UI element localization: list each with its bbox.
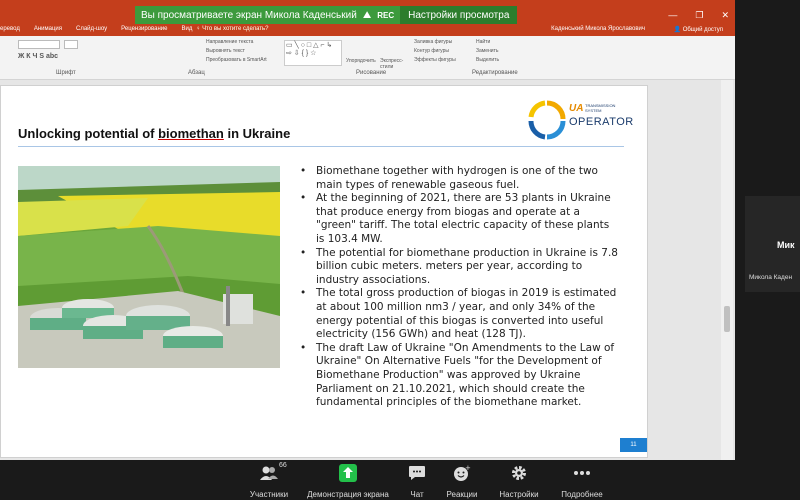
- share-button[interactable]: 👤 Общий доступ: [674, 26, 723, 33]
- participants-label: Участники: [249, 490, 289, 499]
- shape-effects-button[interactable]: Эффекты фигуры: [414, 57, 456, 63]
- screen-share-banner: Вы просматриваете экран Микола Каденськи…: [135, 6, 518, 24]
- ribbon-tabs: еревод Анимация Слайд-шоу Рецензирование…: [0, 26, 192, 32]
- reactions-icon: +: [454, 464, 471, 481]
- logo-ua-text: UA: [569, 103, 584, 114]
- tab-view[interactable]: Вид: [181, 26, 192, 32]
- group-paragraph-label: Абзац: [188, 70, 205, 76]
- replace-button[interactable]: Заменить: [476, 48, 498, 54]
- minimize-icon[interactable]: —: [668, 10, 677, 21]
- participants-icon: [260, 466, 278, 480]
- share-message: Вы просматриваете экран Микола Каденськи…: [141, 9, 357, 21]
- text-direction-button[interactable]: Направление текста: [206, 39, 253, 45]
- align-text-button[interactable]: Выровнять текст: [206, 48, 245, 54]
- share-label: Общий доступ: [682, 27, 723, 33]
- bullet-item: Biomethane together with hydrogen is one…: [298, 165, 618, 192]
- recording-icon: ⛰: [362, 9, 372, 21]
- logo-subtitle: TRANSMISSION SYSTEM: [585, 103, 616, 113]
- scrollbar-thumb[interactable]: [724, 306, 730, 332]
- select-button[interactable]: Выделить: [476, 57, 499, 63]
- quick-styles-button[interactable]: Экспресс-стили: [380, 58, 408, 70]
- more-icon: [574, 471, 590, 475]
- font-name-input[interactable]: [18, 40, 60, 49]
- ribbon-toolbar: Ж К Ч S abc Направление текста Выровнять…: [0, 36, 735, 80]
- person-icon: 👤: [673, 27, 683, 33]
- participant-initials: Мик: [777, 240, 795, 250]
- tab-review[interactable]: Рецензирование: [121, 26, 167, 32]
- user-name: Каденський Микола Ярославович: [551, 26, 645, 32]
- more-button[interactable]: Подробнее: [537, 464, 627, 499]
- shapes-gallery[interactable]: ▭ ╲ ○ □ △ ⌐ ↳ ⇨ ⇩ { } ☆: [284, 40, 342, 66]
- slide[interactable]: UA TRANSMISSION SYSTEM OPERATOR Unlockin…: [0, 85, 648, 458]
- bullet-item: At the beginning of 2021, there are 53 p…: [298, 192, 618, 246]
- tab-animations[interactable]: Анимация: [34, 26, 62, 32]
- participant-count: 66: [279, 462, 287, 469]
- share-screen-icon: [339, 464, 357, 482]
- title-part-1: Unlocking potential of: [18, 126, 159, 141]
- smartart-button[interactable]: Преобразовать в SmartArt: [206, 57, 267, 63]
- slide-number: 11: [620, 438, 647, 452]
- logo-operator-text: OPERATOR: [569, 116, 634, 128]
- vertical-scrollbar[interactable]: [721, 80, 733, 460]
- restore-icon[interactable]: ❐: [695, 10, 703, 21]
- font-format-buttons[interactable]: Ж К Ч S abc: [18, 53, 58, 60]
- group-editing-label: Редактирование: [472, 70, 518, 76]
- powerpoint-window: — ❐ ✕ еревод Анимация Слайд-шоу Рецензир…: [0, 0, 735, 460]
- close-icon[interactable]: ✕: [721, 10, 729, 21]
- ua-tso-logo: UA TRANSMISSION SYSTEM OPERATOR: [527, 99, 633, 141]
- biogas-plant-photo: [18, 166, 280, 368]
- font-size-input[interactable]: [64, 40, 78, 49]
- more-label: Подробнее: [561, 490, 603, 499]
- window-controls: — ❐ ✕: [668, 10, 729, 21]
- bullet-item: The potential for biomethane production …: [298, 247, 618, 288]
- svg-text:+: +: [465, 464, 471, 472]
- tab-slideshow[interactable]: Слайд-шоу: [76, 26, 107, 32]
- bullet-list: Biomethane together with hydrogen is one…: [298, 165, 618, 410]
- find-button[interactable]: Найти: [476, 39, 490, 45]
- title-divider: [18, 146, 624, 147]
- shape-fill-button[interactable]: Заливка фигуры: [414, 39, 452, 45]
- participants-button[interactable]: 66 Участники: [224, 462, 314, 499]
- zoom-meeting-window: — ❐ ✕ еревод Анимация Слайд-шоу Рецензир…: [0, 0, 800, 500]
- participant-video-tile[interactable]: Мик Микола Каден: [745, 196, 800, 292]
- participant-name: Микола Каден: [749, 274, 793, 281]
- bullet-item: The total gross production of biogas in …: [298, 287, 618, 341]
- share-status: Вы просматриваете экран Микола Каденськи…: [135, 6, 401, 24]
- meeting-controls-toolbar: 66 Участники Демонстрация экрана Чат + Р…: [0, 460, 800, 500]
- tell-me-search[interactable]: ♀ Что вы хотите сделать?: [196, 26, 269, 32]
- title-part-2: biomethan: [158, 126, 224, 141]
- group-font-label: Шрифт: [56, 70, 76, 76]
- shape-outline-button[interactable]: Контур фигуры: [414, 48, 449, 54]
- group-drawing-label: Рисование: [356, 70, 387, 76]
- title-part-3: in Ukraine: [223, 126, 291, 141]
- slide-editing-area: UA TRANSMISSION SYSTEM OPERATOR Unlockin…: [0, 80, 735, 460]
- rec-label: REC: [377, 10, 395, 20]
- bullet-item: The draft Law of Ukraine "On Amendments …: [298, 342, 618, 410]
- tell-me-text: Что вы хотите сделать?: [202, 26, 269, 32]
- slide-title: Unlocking potential of biomethan in Ukra…: [18, 126, 290, 141]
- settings-icon: [512, 466, 526, 480]
- view-options-button[interactable]: Настройки просмотра: [400, 6, 518, 24]
- arrange-button[interactable]: Упорядочить: [346, 58, 376, 64]
- tab-transitions[interactable]: еревод: [0, 26, 20, 32]
- logo-ring-icon: [528, 100, 566, 140]
